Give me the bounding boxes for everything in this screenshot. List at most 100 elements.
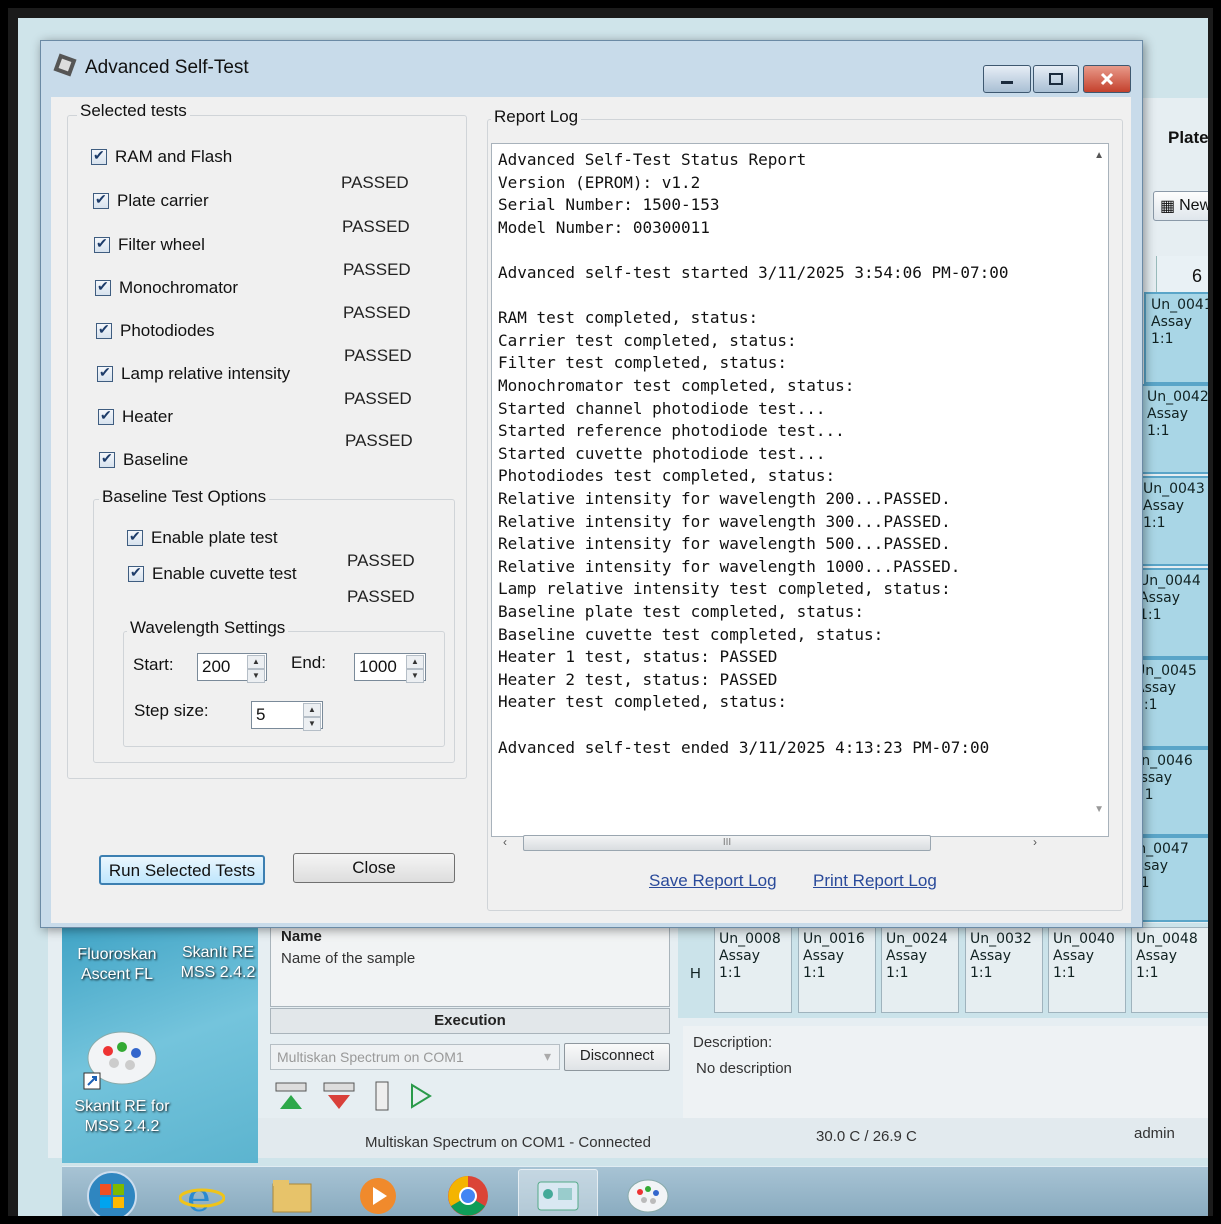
play-icon[interactable]: [406, 1081, 434, 1111]
maximize-button[interactable]: [1033, 65, 1079, 93]
checkbox[interactable]: [96, 321, 112, 339]
stepper-arrows[interactable]: ▲ ▼: [247, 655, 265, 683]
test-checkbox-filter-wheel[interactable]: Filter wheel: [94, 235, 205, 255]
taskbar-ie[interactable]: e: [162, 1169, 242, 1216]
taskbar-skanit-active[interactable]: [518, 1169, 598, 1216]
load-plate-icon[interactable]: [274, 1081, 310, 1111]
cell-dilution: 1:1: [1151, 331, 1174, 347]
cell-dilution: 1:1: [970, 965, 993, 981]
up-arrow-icon[interactable]: ▲: [406, 655, 424, 669]
scroll-up-arrow-icon[interactable]: ▲: [1094, 150, 1104, 161]
report-log-textarea[interactable]: Advanced Self-Test Status Report Version …: [491, 143, 1109, 837]
plate-row-h: H Un_0008 Assay 1:1 Un_0016 Assay 1:1 Un_002…: [678, 923, 1208, 1018]
start-button[interactable]: [72, 1169, 152, 1216]
end-wavelength-stepper[interactable]: ▲▼: [354, 653, 426, 683]
cuvette-icon[interactable]: [370, 1080, 394, 1112]
cell-type: Assay: [1136, 948, 1178, 964]
plate-cell[interactable]: Un_0032 Assay 1:1: [965, 927, 1043, 1013]
report-log-line: Baseline plate test completed, status:: [498, 602, 865, 621]
cell-name: Un_0008: [719, 931, 781, 947]
desktop-icon-fluoroskan[interactable]: Fluoroskan Ascent FL: [72, 945, 162, 985]
taskbar-media-player[interactable]: [338, 1169, 418, 1216]
minimize-button[interactable]: [983, 65, 1031, 93]
checkbox[interactable]: [98, 407, 114, 425]
enable-plate-test-checkbox[interactable]: Enable plate test: [127, 528, 278, 548]
cell-dilution: 1:1: [803, 965, 826, 981]
internet-explorer-icon: e: [179, 1175, 225, 1216]
close-button[interactable]: Close: [293, 853, 455, 883]
cell-name: Un_0045: [1135, 663, 1197, 679]
checkbox[interactable]: [128, 564, 144, 582]
scroll-down-arrow-icon[interactable]: ▼: [1094, 804, 1104, 815]
down-arrow-icon[interactable]: ▼: [247, 669, 265, 683]
plate-cell[interactable]: Un_0048 Assay 1:1: [1131, 927, 1208, 1013]
scrollbar-thumb[interactable]: III: [523, 835, 931, 851]
disconnect-button[interactable]: Disconnect: [564, 1043, 670, 1071]
checkbox[interactable]: [95, 278, 111, 296]
step-size-label: Step size:: [134, 701, 209, 720]
plate-cell[interactable]: Un_0042 Assay 1:1: [1140, 384, 1208, 474]
close-window-button[interactable]: [1083, 65, 1131, 93]
test-checkbox-ram[interactable]: RAM and Flash: [91, 147, 232, 167]
table-icon: ▦: [1160, 198, 1176, 215]
desktop-icon-skanit[interactable]: SkanIt RE MSS 2.4.2: [178, 943, 258, 983]
plate-cell[interactable]: Un_0016 Assay 1:1: [798, 927, 876, 1013]
stepper-arrows[interactable]: ▲ ▼: [303, 703, 321, 731]
report-log-label: Report Log: [491, 107, 582, 127]
row-label: H: [690, 965, 701, 982]
down-arrow-icon[interactable]: ▼: [303, 717, 321, 731]
up-arrow-icon[interactable]: ▲: [303, 703, 321, 717]
run-selected-tests-button[interactable]: Run Selected Tests: [99, 855, 265, 885]
test-checkbox-plate-carrier[interactable]: Plate carrier: [93, 191, 209, 211]
cell-type: Assay: [719, 948, 761, 964]
plate-cell[interactable]: Un_0041 Assay 1:1: [1144, 292, 1208, 384]
checkbox[interactable]: [97, 364, 113, 382]
eject-plate-icon[interactable]: [322, 1081, 358, 1111]
plate-tab-label[interactable]: Plate: [1168, 128, 1208, 148]
save-report-log-link[interactable]: Save Report Log: [649, 871, 777, 891]
checkbox[interactable]: [94, 235, 110, 253]
checkbox[interactable]: [127, 528, 143, 546]
test-status: PASSED: [345, 431, 413, 450]
test-checkbox-heater[interactable]: Heater: [98, 407, 173, 427]
test-status: PASSED: [344, 346, 412, 365]
checkbox[interactable]: [99, 450, 115, 468]
taskbar-skanit-re[interactable]: [608, 1169, 688, 1216]
end-wavelength-input[interactable]: [357, 656, 405, 678]
plate-cell[interactable]: Un_0024 Assay 1:1: [881, 927, 959, 1013]
title-bar[interactable]: Advanced Self-Test: [41, 41, 1142, 93]
monitor-frame: Plate ▦ New 6 33 Un_0041 Assay 1:1 34 Un…: [8, 8, 1213, 1216]
plate-cell[interactable]: Un_0044 Assay 1:1: [1132, 568, 1208, 658]
desktop-icon-skanit-shortcut[interactable]: SkanIt RE for MSS 2.4.2: [72, 1097, 172, 1137]
plate-cell[interactable]: Un_0043 Assay 1:1: [1136, 476, 1208, 566]
horizontal-scrollbar[interactable]: ‹ III ›: [493, 833, 1107, 855]
enable-cuvette-test-checkbox[interactable]: Enable cuvette test: [128, 564, 297, 584]
app-icon: [53, 53, 77, 77]
scroll-right-arrow-icon[interactable]: ›: [1033, 835, 1037, 849]
test-checkbox-lamp-intensity[interactable]: Lamp relative intensity: [97, 364, 290, 384]
test-checkbox-monochromator[interactable]: Monochromator: [95, 278, 238, 298]
test-checkbox-baseline[interactable]: Baseline: [99, 450, 188, 470]
start-wavelength-stepper[interactable]: ▲▼: [197, 653, 267, 683]
report-log-line: RAM test completed, status:: [498, 308, 759, 328]
plate-cell[interactable]: Un_0008 Assay 1:1: [714, 927, 792, 1013]
device-select[interactable]: Multiskan Spectrum on COM1: [270, 1044, 560, 1070]
step-size-input[interactable]: [254, 704, 302, 726]
new-button[interactable]: ▦ New: [1153, 191, 1208, 221]
skanit-app-icon[interactable]: [82, 1023, 162, 1093]
taskbar: e: [62, 1166, 1208, 1216]
step-size-stepper[interactable]: ▲▼: [251, 701, 323, 731]
checkbox[interactable]: [91, 147, 107, 165]
taskbar-explorer[interactable]: [252, 1169, 332, 1216]
plate-cell[interactable]: Un_0040 Assay 1:1: [1048, 927, 1126, 1013]
test-checkbox-photodiodes[interactable]: Photodiodes: [96, 321, 215, 341]
taskbar-chrome[interactable]: [428, 1169, 508, 1216]
stepper-arrows[interactable]: ▲ ▼: [406, 655, 424, 683]
start-wavelength-input[interactable]: [200, 656, 246, 678]
scroll-left-arrow-icon[interactable]: ‹: [503, 835, 507, 849]
up-arrow-icon[interactable]: ▲: [247, 655, 265, 669]
cell-dilution: 1:1: [1135, 697, 1158, 713]
checkbox[interactable]: [93, 191, 109, 209]
print-report-log-link[interactable]: Print Report Log: [813, 871, 937, 891]
down-arrow-icon[interactable]: ▼: [406, 669, 424, 683]
